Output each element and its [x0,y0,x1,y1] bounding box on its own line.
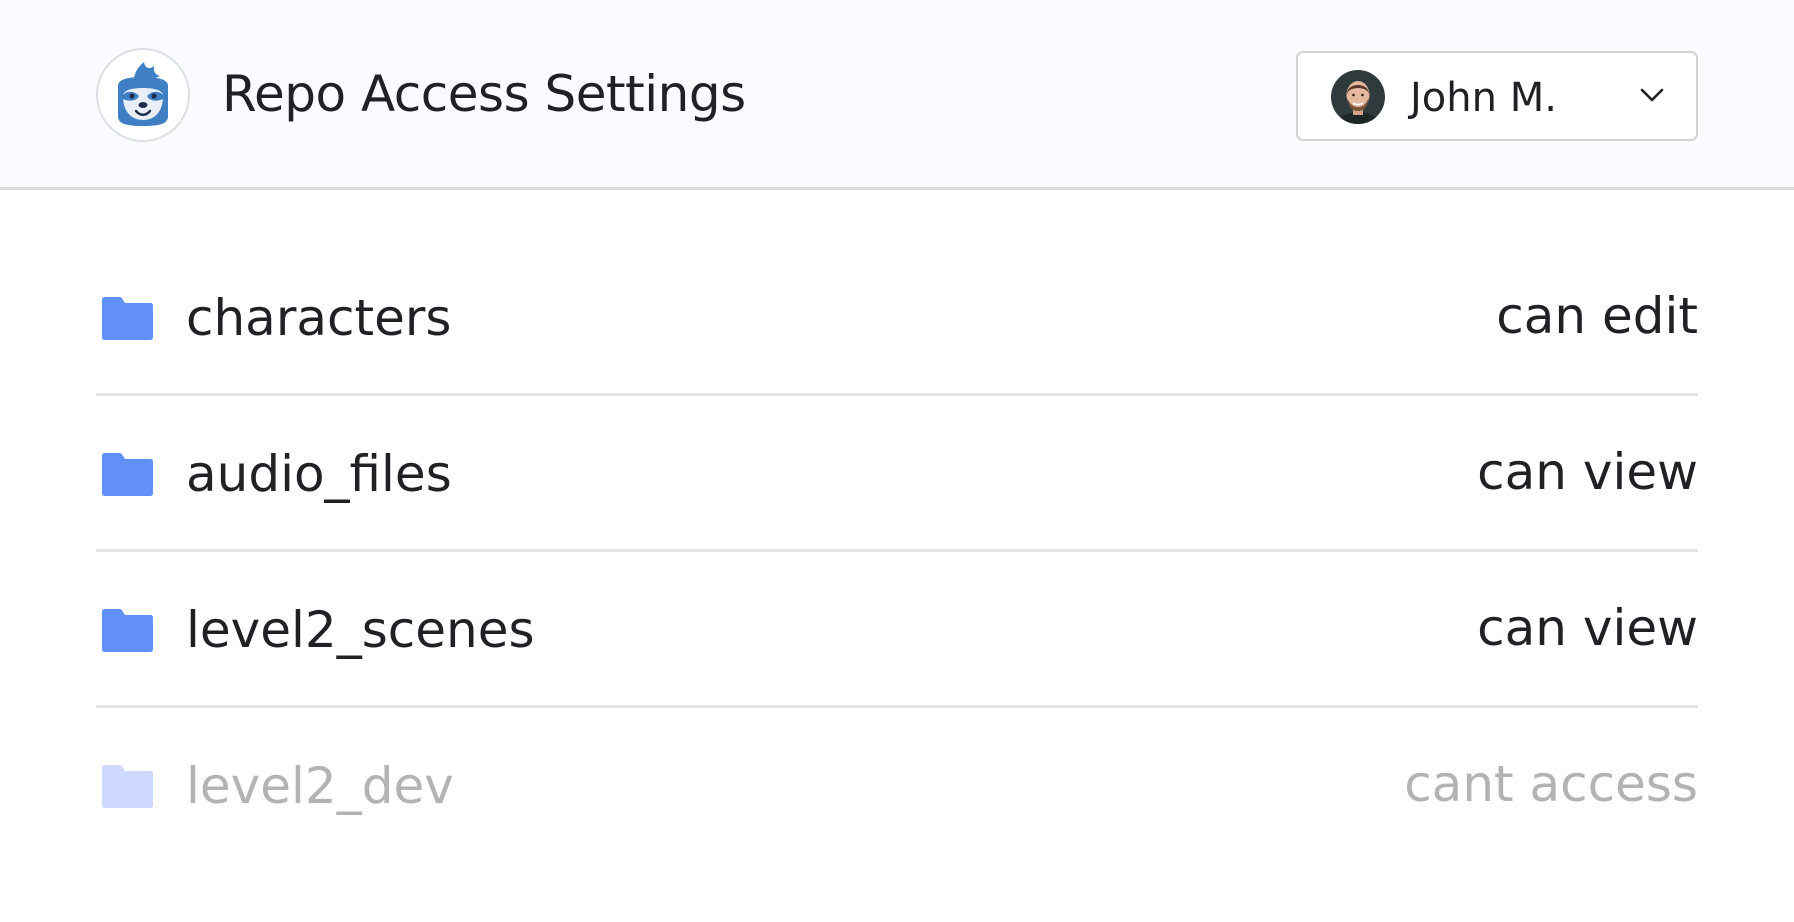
folder-icon [102,609,153,652]
user-avatar [1331,70,1385,124]
folder-icon [102,297,153,340]
repo-row-characters[interactable]: characters can edit [96,240,1698,396]
repo-name: level2_dev [186,757,454,815]
permission-label[interactable]: can view [1477,440,1698,504]
repo-name: characters [186,289,452,347]
repo-name: audio_files [186,445,452,503]
chevron-down-icon [1640,88,1664,102]
user-menu-dropdown[interactable]: John M. [1296,51,1698,141]
folder-icon [102,453,153,496]
page-title: Repo Access Settings [222,65,746,123]
app-header: Repo Access Settings John M. [0,0,1794,190]
permission-label[interactable]: can view [1477,596,1698,660]
permission-label: cant access [1404,755,1698,813]
repo-row-level2-scenes[interactable]: level2_scenes can view [96,552,1698,708]
repo-name: level2_scenes [186,601,535,659]
permission-label[interactable]: can edit [1496,284,1698,348]
repo-list: characters can edit audio_files can view… [96,240,1698,864]
repo-row-level2-dev: level2_dev cant access [96,708,1698,864]
folder-icon [102,765,153,808]
user-name: John M. [1410,75,1557,121]
sloth-logo-icon[interactable] [96,48,190,142]
repo-row-audio-files[interactable]: audio_files can view [96,396,1698,552]
